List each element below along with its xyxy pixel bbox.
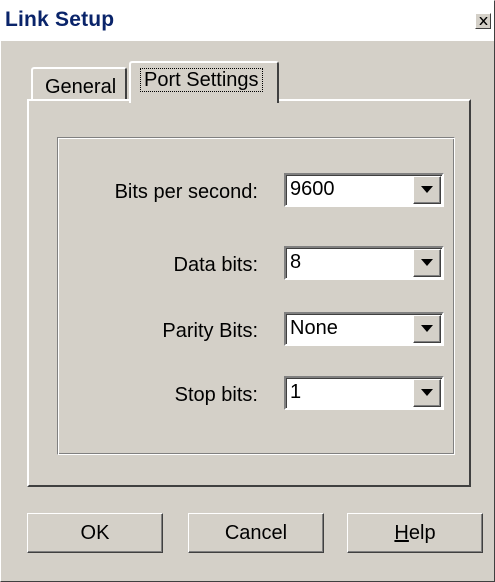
data-bits-dropdown-button[interactable] <box>413 249 441 277</box>
help-mnemonic: H <box>394 522 409 544</box>
link-setup-dialog: Link Setup General Port Settings Bits pe… <box>0 0 495 582</box>
data-bits-label: Data bits: <box>173 254 258 276</box>
stop-bits-select[interactable]: 1 <box>284 376 444 410</box>
cancel-button-label: Cancel <box>224 522 288 544</box>
close-button[interactable] <box>475 13 491 29</box>
bits-per-second-dropdown-button[interactable] <box>413 176 441 204</box>
bits-per-second-value: 9600 <box>290 178 335 200</box>
title-bar[interactable]: Link Setup <box>1 1 494 41</box>
help-button-label: elp <box>408 522 436 544</box>
close-icon <box>479 17 488 25</box>
stop-bits-value: 1 <box>290 381 302 403</box>
stop-bits-dropdown-button[interactable] <box>413 379 441 407</box>
tab-general[interactable]: General <box>31 67 127 101</box>
chevron-down-icon <box>421 259 433 266</box>
tab-port-settings-label: Port Settings <box>140 68 263 92</box>
chevron-down-icon <box>421 186 433 193</box>
parity-bits-value: None <box>290 317 338 339</box>
stop-bits-label: Stop bits: <box>174 384 258 406</box>
tab-general-label: General <box>45 76 117 98</box>
bits-per-second-select[interactable]: 9600 <box>284 173 444 207</box>
ok-button[interactable]: OK <box>27 513 163 553</box>
port-settings-panel: Bits per second: 9600 Data bits: 8 Parit… <box>27 99 471 487</box>
chevron-down-icon <box>421 389 433 396</box>
bits-per-second-label: Bits per second: <box>114 181 258 203</box>
chevron-down-icon <box>421 325 433 332</box>
parity-bits-select[interactable]: None <box>284 312 444 346</box>
port-settings-group: Bits per second: 9600 Data bits: 8 Parit… <box>57 137 455 455</box>
data-bits-select[interactable]: 8 <box>284 246 444 280</box>
tab-port-settings[interactable]: Port Settings <box>129 61 279 103</box>
window-title: Link Setup <box>5 8 115 31</box>
help-button[interactable]: Help <box>347 513 483 553</box>
cancel-button[interactable]: Cancel <box>188 513 324 553</box>
parity-bits-label: Parity Bits: <box>162 320 258 342</box>
parity-bits-dropdown-button[interactable] <box>413 315 441 343</box>
ok-button-label: OK <box>80 522 110 544</box>
data-bits-value: 8 <box>290 251 302 273</box>
